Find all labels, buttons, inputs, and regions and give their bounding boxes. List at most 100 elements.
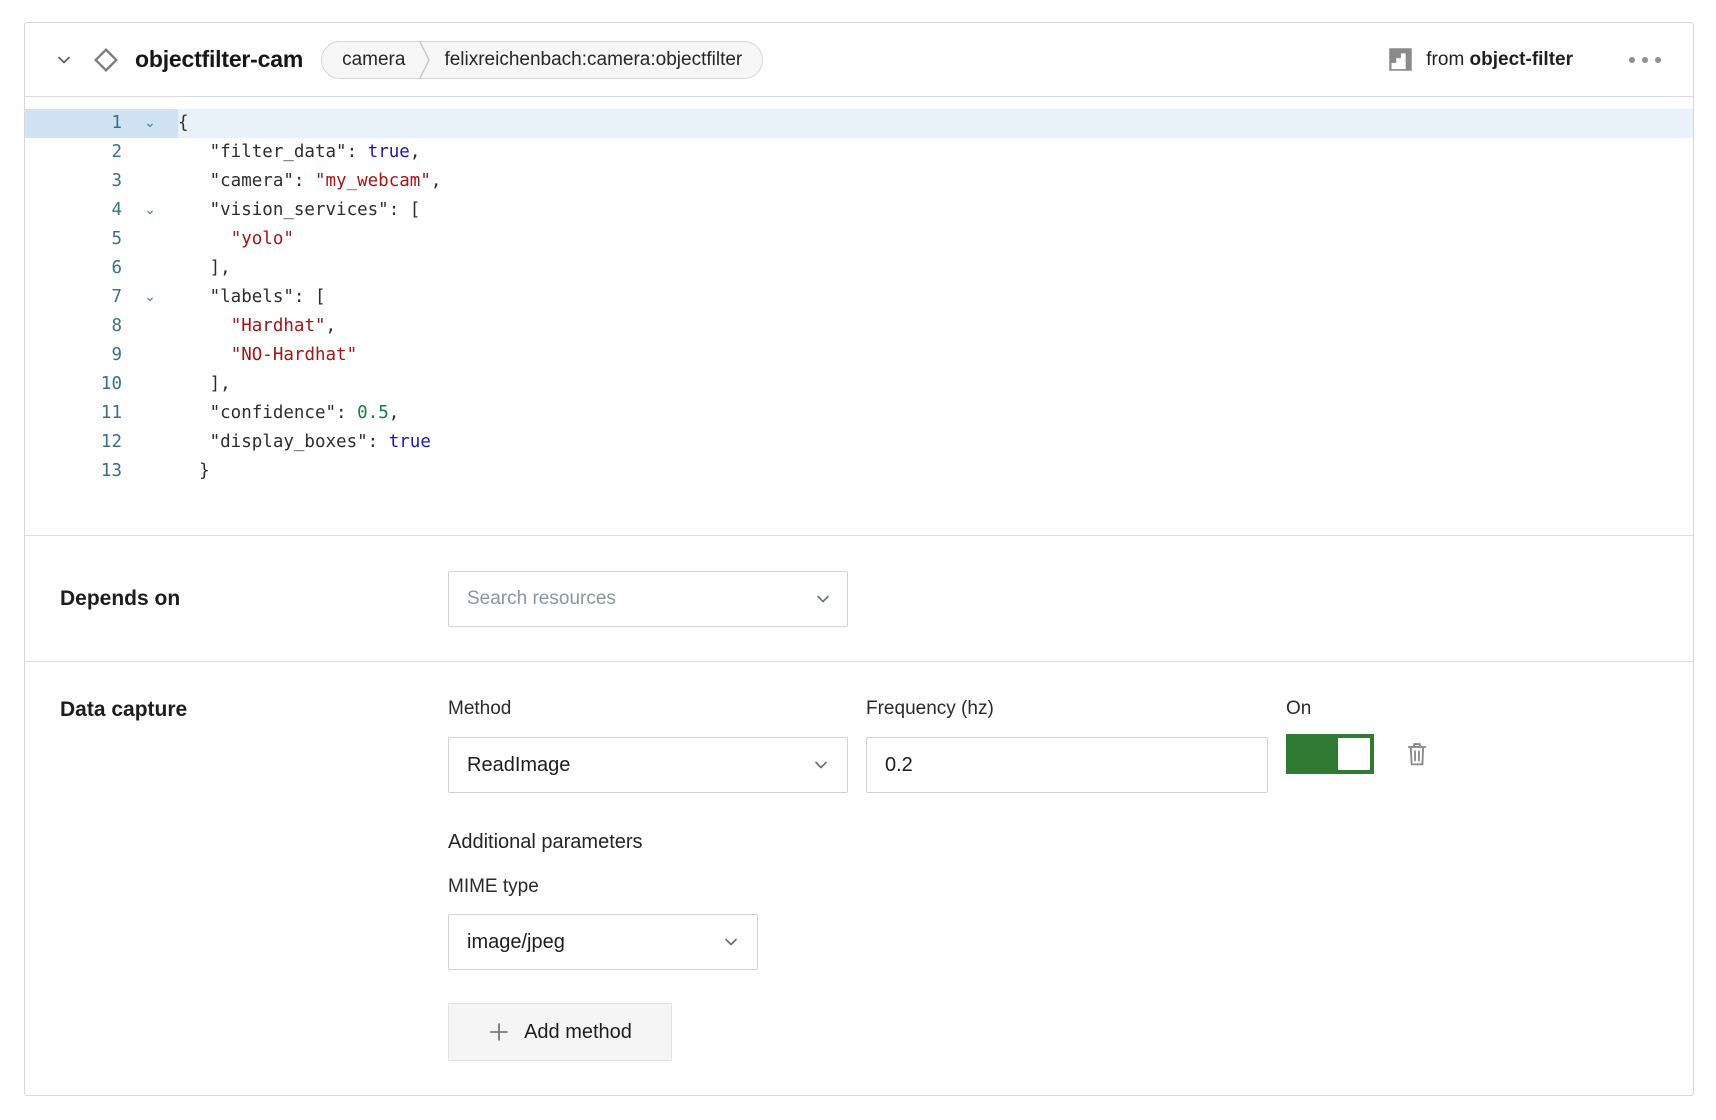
mime-type-label: MIME type — [448, 876, 1430, 898]
code-line-9[interactable]: 9 "NO-Hardhat" — [25, 341, 1693, 370]
line-number: 6 — [25, 254, 122, 283]
collapse-card-button[interactable] — [53, 49, 75, 71]
component-type: camera — [322, 42, 419, 78]
fold-spacer — [122, 370, 178, 399]
code-line-content[interactable]: "labels": [ — [178, 283, 326, 312]
line-number: 4 — [25, 196, 122, 225]
code-line-8[interactable]: 8 "Hardhat", — [25, 312, 1693, 341]
code-line-content[interactable]: "confidence": 0.5, — [178, 399, 399, 428]
data-capture-content: Method ReadImage Frequency (hz) On — [448, 698, 1430, 1061]
data-capture-section: Data capture Method ReadImage Frequency … — [25, 661, 1693, 1061]
fold-chevron-icon[interactable]: ⌄ — [122, 196, 178, 225]
depends-on-combobox — [448, 571, 848, 627]
method-selected-value: ReadImage — [467, 754, 570, 777]
fold-chevron-icon[interactable]: ⌄ — [122, 283, 178, 312]
method-select[interactable]: ReadImage — [448, 737, 848, 793]
fold-spacer — [122, 457, 178, 486]
code-line-10[interactable]: 10 ], — [25, 370, 1693, 399]
code-line-content[interactable]: ], — [178, 370, 231, 399]
delete-method-button[interactable] — [1404, 739, 1430, 769]
fold-spacer — [122, 167, 178, 196]
method-label: Method — [448, 698, 848, 720]
add-method-label: Add method — [524, 1021, 632, 1044]
module-icon — [1387, 46, 1414, 73]
code-line-content[interactable]: "filter_data": true, — [178, 138, 420, 167]
code-line-13[interactable]: 13 } — [25, 457, 1693, 486]
chevron-down-icon — [721, 932, 741, 952]
fold-spacer — [122, 428, 178, 457]
line-number: 2 — [25, 138, 122, 167]
mime-type-select[interactable]: image/jpeg — [448, 914, 758, 970]
code-line-6[interactable]: 6 ], — [25, 254, 1693, 283]
code-line-4[interactable]: 4⌄ "vision_services": [ — [25, 196, 1693, 225]
editor-gutter: 4⌄ — [25, 196, 178, 225]
code-line-content[interactable]: "NO-Hardhat" — [178, 341, 357, 370]
frequency-label: Frequency (hz) — [866, 698, 1268, 720]
mime-selected-value: image/jpeg — [467, 931, 565, 954]
line-number: 1 — [25, 109, 122, 138]
search-resources-input[interactable] — [448, 571, 848, 627]
code-line-2[interactable]: 2 "filter_data": true, — [25, 138, 1693, 167]
code-line-5[interactable]: 5 "yolo" — [25, 225, 1693, 254]
trash-icon — [1404, 739, 1430, 769]
code-line-12[interactable]: 12 "display_boxes": true — [25, 428, 1693, 457]
line-number: 13 — [25, 457, 122, 486]
editor-gutter: 2 — [25, 138, 178, 167]
code-line-content[interactable]: "vision_services": [ — [178, 196, 420, 225]
code-line-content[interactable]: { — [178, 109, 189, 138]
code-line-content[interactable]: ], — [178, 254, 231, 283]
editor-gutter: 7⌄ — [25, 283, 178, 312]
editor-gutter: 12 — [25, 428, 178, 457]
line-number: 5 — [25, 225, 122, 254]
code-line-content[interactable]: } — [178, 457, 210, 486]
data-capture-heading: Data capture — [60, 698, 448, 722]
fold-spacer — [122, 312, 178, 341]
chevron-down-icon — [811, 755, 831, 775]
fold-spacer — [122, 341, 178, 370]
header-right-group: from object-filter — [1387, 46, 1663, 73]
line-number: 8 — [25, 312, 122, 341]
line-number: 9 — [25, 341, 122, 370]
editor-gutter: 8 — [25, 312, 178, 341]
editor-gutter: 5 — [25, 225, 178, 254]
line-number: 11 — [25, 399, 122, 428]
json-config-editor[interactable]: 1⌄{2 "filter_data": true,3 "camera": "my… — [25, 97, 1693, 535]
component-model: felixreichenbach:camera:objectfilter — [432, 42, 762, 78]
code-line-11[interactable]: 11 "confidence": 0.5, — [25, 399, 1693, 428]
from-module-label: from object-filter — [1426, 49, 1573, 71]
depends-on-section: Depends on — [25, 535, 1693, 661]
line-number: 12 — [25, 428, 122, 457]
editor-gutter: 13 — [25, 457, 178, 486]
code-line-content[interactable]: "display_boxes": true — [178, 428, 431, 457]
line-number: 3 — [25, 167, 122, 196]
frequency-input[interactable] — [866, 737, 1268, 793]
line-number: 7 — [25, 283, 122, 312]
capture-on-toggle[interactable] — [1286, 734, 1374, 774]
chevron-down-icon — [54, 50, 74, 70]
code-line-3[interactable]: 3 "camera": "my_webcam", — [25, 167, 1693, 196]
editor-gutter: 9 — [25, 341, 178, 370]
code-line-content[interactable]: "yolo" — [178, 225, 294, 254]
module-name-text: object-filter — [1470, 49, 1573, 70]
code-line-1[interactable]: 1⌄{ — [25, 109, 1693, 138]
fold-spacer — [122, 138, 178, 167]
from-text: from — [1426, 49, 1464, 70]
editor-gutter: 11 — [25, 399, 178, 428]
add-method-button[interactable]: Add method — [448, 1003, 672, 1061]
component-card-header: objectfilter-cam camera felixreichenbach… — [25, 23, 1693, 97]
code-line-content[interactable]: "Hardhat", — [178, 312, 336, 341]
editor-gutter: 6 — [25, 254, 178, 283]
code-line-content[interactable]: "camera": "my_webcam", — [178, 167, 441, 196]
editor-gutter: 3 — [25, 167, 178, 196]
component-name: objectfilter-cam — [135, 46, 303, 73]
depends-on-heading: Depends on — [60, 587, 448, 611]
component-type-model-tag: camera felixreichenbach:camera:objectfil… — [321, 41, 763, 79]
more-menu-button[interactable] — [1627, 51, 1663, 69]
toggle-knob — [1338, 738, 1370, 770]
fold-spacer — [122, 399, 178, 428]
fold-chevron-icon[interactable]: ⌄ — [122, 109, 178, 138]
code-line-7[interactable]: 7⌄ "labels": [ — [25, 283, 1693, 312]
component-diamond-icon — [91, 45, 121, 75]
tag-separator-chevron-icon — [419, 42, 432, 78]
fold-spacer — [122, 254, 178, 283]
